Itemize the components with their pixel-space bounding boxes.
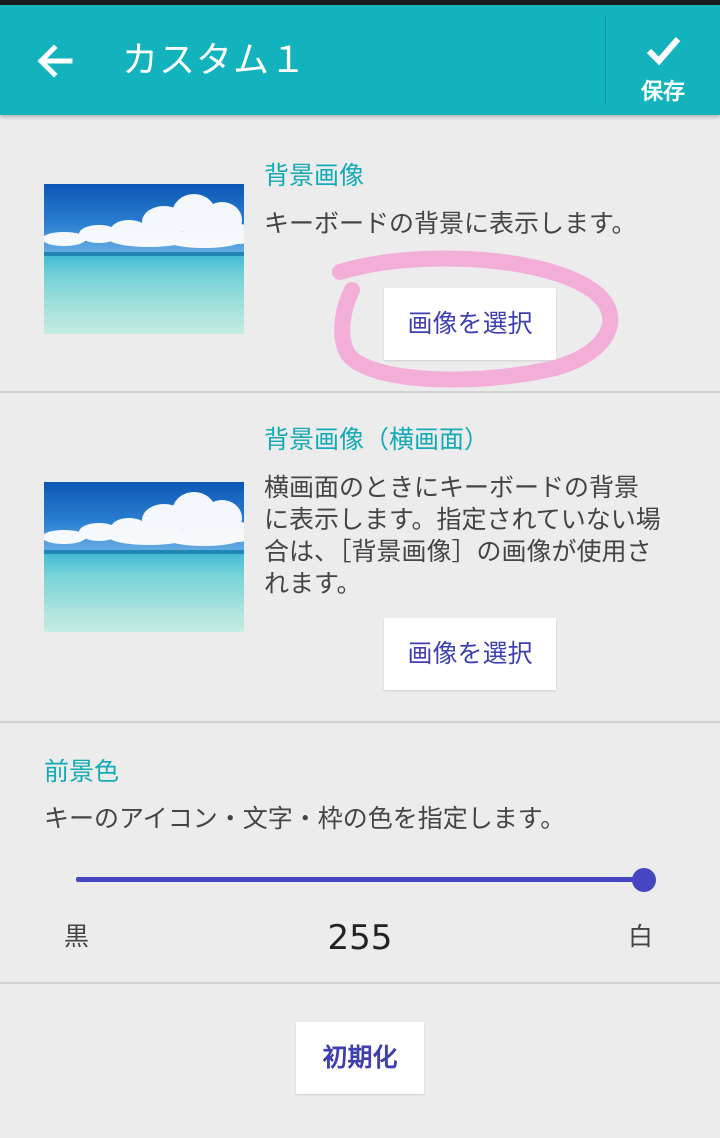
landscape-background-image-title: 背景画像（横画面） [264,425,490,454]
background-image-description: キーボードの背景に表示します。 [264,209,637,238]
foreground-color-slider[interactable] [76,877,644,882]
landscape-background-image-description: 横画面のときにキーボードの背景に表示します。指定されていない場合は、［背景画像］… [264,473,661,598]
select-background-image-button[interactable]: 画像を選択 [384,288,556,360]
background-image-title: 背景画像 [264,161,365,190]
page-title: カスタム１ [122,40,308,81]
app-bar: カスタム１ 保存 [0,5,720,115]
slider-max-label: 白 [628,922,654,951]
slider-value: 255 [327,918,393,958]
section-divider [0,721,720,723]
landscape-background-image-thumbnail[interactable] [44,482,244,632]
reset-button[interactable]: 初期化 [296,1022,424,1094]
section-divider [0,391,720,393]
arrow-left-icon [37,44,73,78]
save-button[interactable]: 保存 [606,5,720,115]
save-label: 保存 [640,80,685,105]
check-icon [646,37,681,66]
foreground-color-description: キーのアイコン・文字・枠の色を指定します。 [44,804,566,833]
select-landscape-background-image-button[interactable]: 画像を選択 [384,618,556,690]
back-button[interactable] [30,35,82,87]
slider-handle[interactable] [632,868,656,892]
section-divider [0,982,720,984]
slider-min-label: 黒 [64,922,90,951]
background-image-thumbnail[interactable] [44,184,244,334]
foreground-color-title: 前景色 [44,757,120,786]
